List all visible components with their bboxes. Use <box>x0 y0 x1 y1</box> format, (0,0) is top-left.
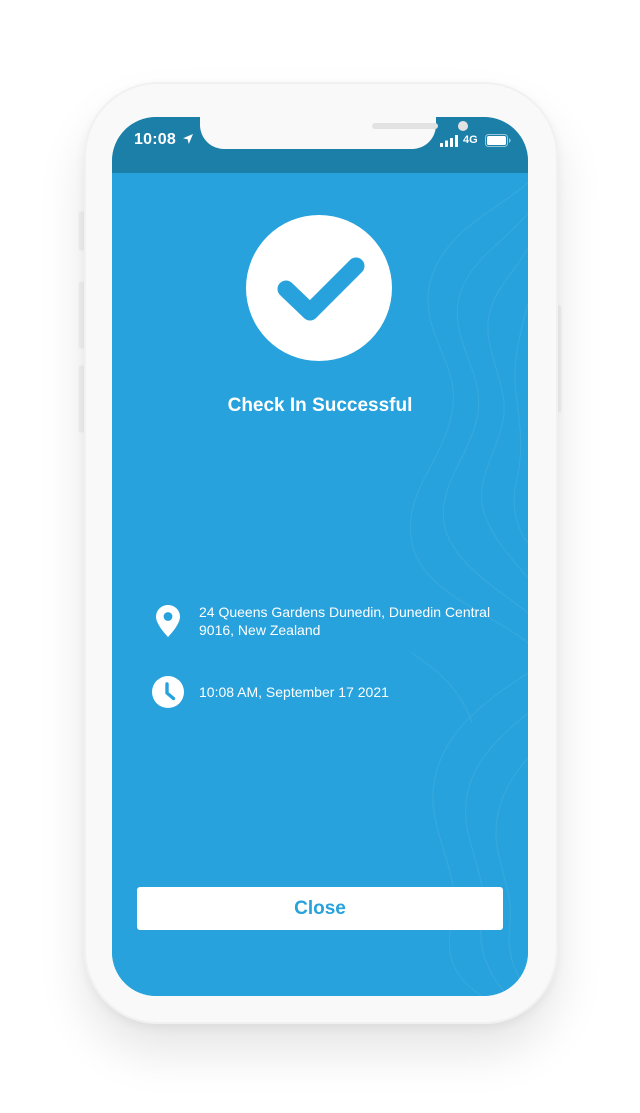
speaker-grille <box>372 123 438 129</box>
status-time: 10:08 <box>134 131 176 148</box>
battery-icon <box>485 134 511 147</box>
location-arrow-icon <box>183 134 193 144</box>
location-row: 24 Queens Gardens Dunedin, Dunedin Centr… <box>152 603 492 643</box>
success-badge <box>246 215 392 361</box>
network-type: 4G <box>463 134 478 146</box>
signal-strength-icon <box>440 135 458 147</box>
phone-screen: 10:08 4G Check In Successful 24 Queens G… <box>112 117 528 996</box>
status-bar: 10:08 4G <box>112 117 528 173</box>
map-pin-icon <box>156 605 180 637</box>
time-row: 10:08 AM, September 17 2021 <box>152 676 492 710</box>
checkin-address: 24 Queens Gardens Dunedin, Dunedin Centr… <box>199 604 491 638</box>
page-title: Check In Successful <box>227 395 413 416</box>
device-stage: 10:08 4G Check In Successful 24 Queens G… <box>0 0 640 1113</box>
notch <box>200 117 468 149</box>
checkin-result-sheet: Check In Successful 24 Queens Gardens Du… <box>112 173 528 996</box>
clock-icon <box>152 676 184 708</box>
front-camera <box>458 121 468 131</box>
close-button[interactable]: Close <box>137 887 503 930</box>
checkmark-icon <box>277 257 365 321</box>
checkin-datetime: 10:08 AM, September 17 2021 <box>199 684 389 700</box>
